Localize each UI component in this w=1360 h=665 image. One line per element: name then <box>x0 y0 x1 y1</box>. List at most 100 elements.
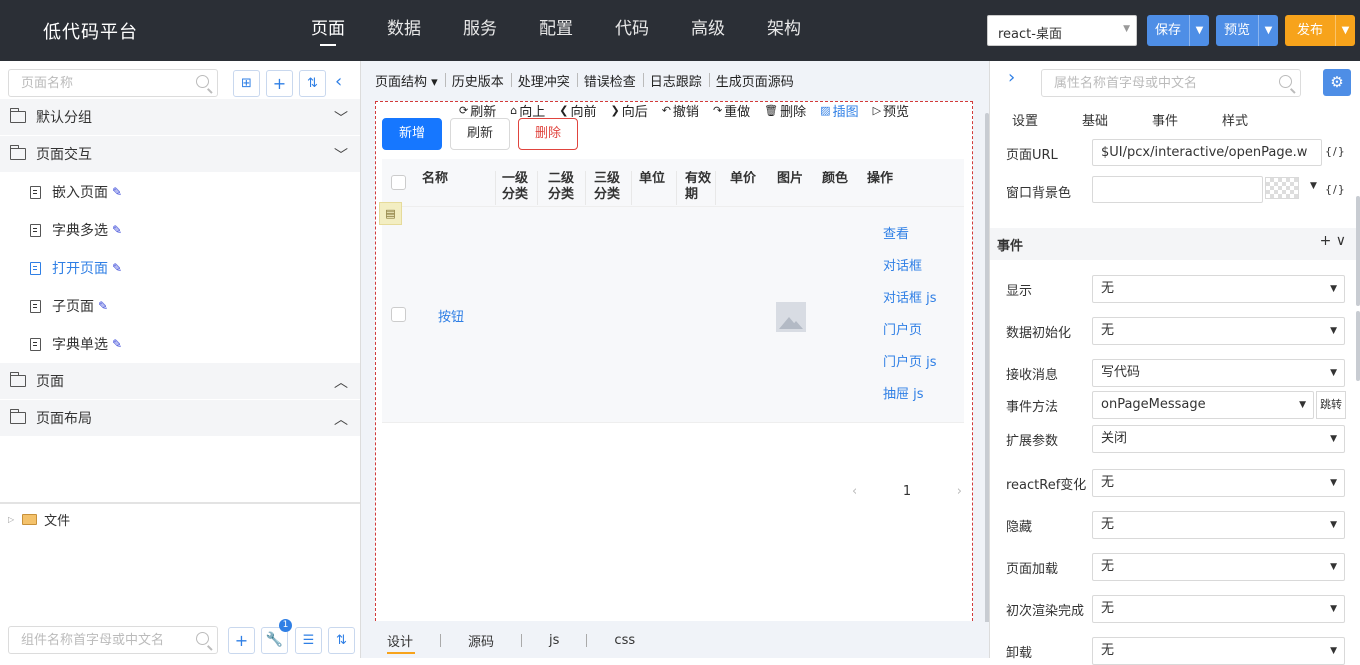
tab-settings[interactable]: 设置 <box>990 110 1060 132</box>
column-header[interactable]: 名称 <box>422 171 494 187</box>
preview-dropdown-icon[interactable]: ▼ <box>1258 15 1278 46</box>
event-show-select[interactable]: 无 ▼ <box>1092 275 1345 303</box>
column-header[interactable]: 三级分类 <box>594 171 626 205</box>
edit-icon[interactable]: ✎ <box>112 337 122 351</box>
property-search-input[interactable] <box>1042 70 1300 96</box>
canvas-preview-button[interactable]: ▷ 预览 <box>873 102 909 120</box>
add-folder-icon[interactable]: ⊞ <box>233 70 260 97</box>
tab-styles[interactable]: 样式 <box>1200 110 1270 132</box>
canvas-prev-button[interactable]: ❮ 向前 <box>559 102 596 120</box>
scrollbar[interactable] <box>1356 311 1360 381</box>
file-tree-item[interactable]: ▷ 文件 <box>8 510 70 529</box>
tree-group-layout[interactable]: 页面布局 ︿ <box>0 400 360 436</box>
add-button[interactable]: 新增 <box>382 118 442 150</box>
column-header[interactable]: 操作 <box>867 171 907 187</box>
page-url-input[interactable]: $UI/pcx/interactive/openPage.w <box>1092 139 1322 166</box>
op-portal-js-link[interactable]: 门户页 js <box>883 347 937 379</box>
target-platform-select[interactable]: react-桌面 ▼ <box>987 15 1137 46</box>
publish-button[interactable]: 发布 <box>1285 15 1335 46</box>
column-header[interactable]: 图片 <box>777 171 809 187</box>
chevron-down-icon[interactable]: ﹀ <box>334 145 348 165</box>
event-hide-select[interactable]: 无 ▼ <box>1092 511 1345 539</box>
canvas-insert-image-button[interactable]: ▨ 插图 <box>820 102 858 120</box>
nav-item-advanced[interactable]: 高级 <box>670 0 746 61</box>
collapse-panel-icon[interactable]: ‹ <box>335 71 342 92</box>
select-all-checkbox[interactable] <box>391 175 406 190</box>
op-dialog-js-link[interactable]: 对话框 js <box>883 283 937 315</box>
tab-source[interactable]: 源码 <box>468 631 521 650</box>
component-search-input[interactable] <box>9 627 217 653</box>
canvas-undo-button[interactable]: ↶ 撤销 <box>662 102 699 120</box>
nav-item-config[interactable]: 配置 <box>518 0 594 61</box>
tree-page-embed[interactable]: 嵌入页面 ✎ <box>0 173 360 211</box>
gear-icon[interactable]: ⚙ <box>1323 69 1351 96</box>
page-structure-button[interactable]: 页面结构 ▾ <box>375 71 443 90</box>
canvas-redo-button[interactable]: ↷ 重做 <box>713 102 750 120</box>
row-button-link[interactable]: 按钮 <box>438 306 464 325</box>
edit-icon[interactable]: ✎ <box>112 223 122 237</box>
op-portal-link[interactable]: 门户页 <box>883 315 937 347</box>
color-picker-swatch[interactable] <box>1265 177 1299 199</box>
sort-icon[interactable]: ⇅ <box>299 70 326 97</box>
canvas-refresh-button[interactable]: ⟳ 刷新 <box>459 102 496 120</box>
tree-page-dict-single[interactable]: 字典单选 ✎ <box>0 325 360 363</box>
event-method-select[interactable]: onPageMessage ▼ <box>1092 391 1314 419</box>
nav-item-data[interactable]: 数据 <box>366 0 442 61</box>
save-button[interactable]: 保存 <box>1147 15 1189 46</box>
refresh-button[interactable]: 刷新 <box>450 118 510 150</box>
page-search-input[interactable] <box>9 70 217 96</box>
chevron-up-icon[interactable]: ︿ <box>334 409 348 429</box>
op-view-link[interactable]: 查看 <box>883 219 937 251</box>
sort-icon[interactable]: ⇅ <box>328 627 355 654</box>
history-button[interactable]: 历史版本 <box>452 71 509 90</box>
column-header[interactable]: 单位 <box>639 171 671 187</box>
tree-group-page[interactable]: 页面 ︿ <box>0 363 360 399</box>
preview-button[interactable]: 预览 <box>1216 15 1258 46</box>
nav-item-service[interactable]: 服务 <box>442 0 518 61</box>
chevron-down-icon[interactable]: ﹀ <box>334 108 348 128</box>
column-header[interactable]: 颜色 <box>822 171 854 187</box>
publish-dropdown-icon[interactable]: ▼ <box>1335 15 1355 46</box>
column-header[interactable]: 一级分类 <box>502 171 534 205</box>
event-react-ref-select[interactable]: 无 ▼ <box>1092 469 1345 497</box>
event-first-render-select[interactable]: 无 ▼ <box>1092 595 1345 623</box>
prev-page-icon[interactable]: ‹ <box>852 484 857 499</box>
page-number[interactable]: 1 <box>903 484 911 499</box>
column-header[interactable]: 有效期 <box>685 171 717 205</box>
tab-js[interactable]: js <box>549 633 586 648</box>
tree-page-dict-multi[interactable]: 字典多选 ✎ <box>0 211 360 249</box>
canvas-next-button[interactable]: ❯ 向后 <box>610 102 647 120</box>
add-component-icon[interactable]: + <box>228 627 255 654</box>
tree-group-interaction[interactable]: 页面交互 ﹀ <box>0 136 360 172</box>
nav-item-code[interactable]: 代码 <box>594 0 670 61</box>
event-page-load-select[interactable]: 无 ▼ <box>1092 553 1345 581</box>
op-drawer-js-link[interactable]: 抽屉 js <box>883 379 937 411</box>
canvas-up-button[interactable]: ⌂ 向上 <box>510 102 545 120</box>
column-header[interactable]: 单价 <box>730 171 762 187</box>
generate-source-button[interactable]: 生成页面源码 <box>716 71 799 90</box>
chevron-up-icon[interactable]: ︿ <box>334 372 348 392</box>
expand-icon[interactable]: ▷ <box>8 515 14 524</box>
expression-icon[interactable]: {/} <box>1325 145 1346 158</box>
expression-icon[interactable]: {/} <box>1325 183 1346 196</box>
table-row[interactable]: 按钮 查看 对话框 对话框 js 门户页 门户页 js 抽屉 js <box>382 207 964 423</box>
outline-icon[interactable]: ☰ <box>295 627 322 654</box>
tab-events[interactable]: 事件 <box>1130 110 1200 132</box>
op-dialog-link[interactable]: 对话框 <box>883 251 937 283</box>
tab-basic[interactable]: 基础 <box>1060 110 1130 132</box>
canvas-delete-button[interactable]: 🗑 删除 <box>764 102 806 120</box>
tab-design[interactable]: 设计 <box>387 631 440 654</box>
edit-icon[interactable]: ✎ <box>112 261 122 275</box>
event-unload-select[interactable]: 无 ▼ <box>1092 637 1345 665</box>
chevron-down-icon[interactable]: ▼ <box>1310 181 1317 191</box>
column-header[interactable]: 二级分类 <box>548 171 580 205</box>
tree-page-open-page[interactable]: 打开页面 ✎ <box>0 249 360 287</box>
save-dropdown-icon[interactable]: ▼ <box>1189 15 1209 46</box>
scrollbar[interactable] <box>1356 196 1360 306</box>
events-section-header[interactable]: 事件 + ∨ <box>990 228 1356 260</box>
resolve-conflict-button[interactable]: 处理冲突 <box>518 71 575 90</box>
error-check-button[interactable]: 错误检查 <box>584 71 641 90</box>
nav-item-page[interactable]: 页面 <box>290 0 366 61</box>
row-checkbox[interactable] <box>391 307 406 322</box>
event-data-init-select[interactable]: 无 ▼ <box>1092 317 1345 345</box>
